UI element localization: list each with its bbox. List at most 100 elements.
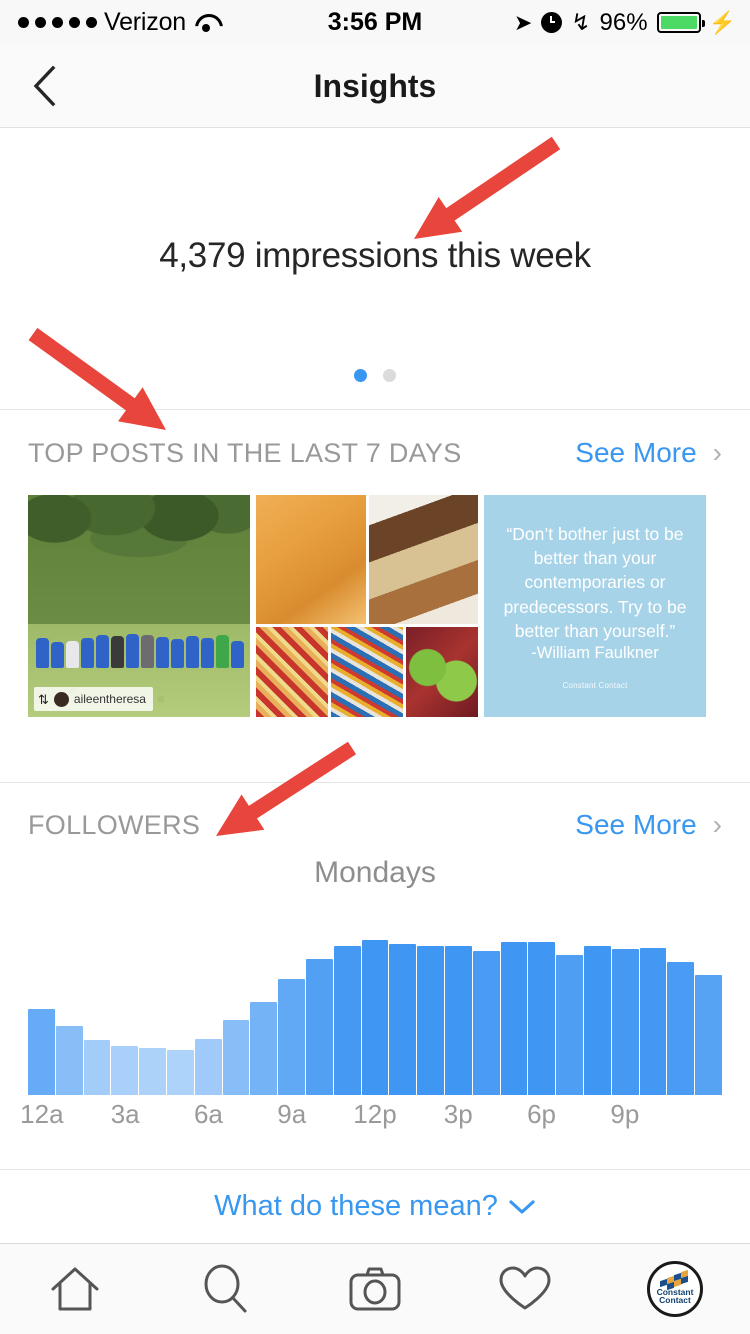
photo-breads — [368, 495, 478, 624]
tab-camera[interactable] — [300, 1244, 450, 1334]
what-do-these-mean-button[interactable]: What do these mean? — [0, 1170, 750, 1243]
page-dot-inactive[interactable] — [383, 369, 396, 382]
chevron-down-icon — [509, 1199, 535, 1214]
repost-attribution-badge: ⇅ aileentheresa — [34, 687, 153, 711]
chart-bar[interactable] — [639, 947, 667, 1095]
chart-bar[interactable] — [611, 949, 639, 1095]
chart-bar[interactable] — [528, 942, 556, 1095]
status-bar: Verizon 3:56 PM ➤ ↯ 96% ⚡ — [0, 0, 750, 45]
location-arrow-icon: ➤ — [513, 9, 533, 35]
top-posts-title: TOP POSTS IN THE LAST 7 DAYS — [28, 437, 462, 468]
chart-bar[interactable] — [667, 962, 695, 1095]
impressions-headline: 4,379 impressions this week — [159, 236, 591, 275]
followers-hourly-bar-chart[interactable] — [28, 913, 722, 1095]
lightning-bolt-icon: ⚡ — [708, 9, 736, 35]
photo-bottom-row — [256, 626, 478, 717]
chart-x-tick-label: 9a — [277, 1099, 307, 1129]
status-bar-right: ➤ ↯ 96% ⚡ — [514, 9, 736, 37]
back-button[interactable] — [22, 64, 66, 108]
top-post-thumbnail-1[interactable]: ⇅ aileentheresa — [28, 495, 250, 717]
chart-bar[interactable] — [194, 1038, 222, 1095]
top-posts-header: TOP POSTS IN THE LAST 7 DAYS See More › — [0, 411, 750, 495]
chart-bar[interactable] — [389, 943, 417, 1095]
chart-bar[interactable] — [583, 945, 611, 1095]
chart-bar[interactable] — [28, 1009, 55, 1095]
chart-bar[interactable] — [500, 942, 528, 1095]
followers-see-more-button[interactable]: See More › — [575, 809, 722, 841]
photo-people-group — [32, 584, 246, 669]
chevron-left-icon — [33, 65, 56, 107]
see-more-label: See More — [575, 809, 697, 840]
chart-x-tick-label: 6p — [527, 1099, 557, 1129]
chart-bar[interactable] — [472, 951, 500, 1095]
camera-icon — [349, 1267, 401, 1311]
chart-x-tick-label: 9p — [610, 1099, 640, 1129]
tab-search[interactable] — [150, 1244, 300, 1334]
tab-activity[interactable] — [450, 1244, 600, 1334]
battery-percent-label: 96% — [599, 8, 648, 36]
avatar-brand-line2: Contact — [659, 1295, 691, 1305]
top-post-thumbnail-2[interactable] — [256, 495, 478, 717]
impressions-card[interactable]: 4,379 impressions this week — [0, 128, 750, 410]
photo-fruit-salad — [256, 626, 328, 717]
chart-bar[interactable] — [444, 945, 472, 1095]
page-dot-active[interactable] — [354, 369, 367, 382]
chart-bar[interactable] — [250, 1002, 278, 1095]
chart-bar[interactable] — [305, 958, 333, 1095]
see-more-label: See More — [575, 437, 697, 468]
bluetooth-icon: ↯ — [571, 9, 591, 35]
chevron-right-icon: › — [712, 437, 722, 468]
chart-bar[interactable] — [278, 978, 305, 1095]
chart-bar[interactable] — [166, 1049, 194, 1095]
top-posts-see-more-button[interactable]: See More › — [575, 437, 722, 469]
chart-bar[interactable] — [556, 954, 583, 1095]
chart-x-tick-label: 12p — [353, 1099, 397, 1129]
chart-bar[interactable] — [333, 945, 361, 1095]
top-posts-thumbnails: ⇅ aileentheresa “Don’t bother just to be… — [28, 495, 706, 717]
repost-username: aileentheresa — [73, 692, 146, 706]
chart-bar[interactable] — [695, 974, 722, 1095]
home-icon — [51, 1267, 99, 1311]
navigation-bar: Insights — [0, 45, 750, 128]
constant-contact-flag-icon — [658, 1269, 692, 1290]
tab-profile[interactable]: Constant Contact — [600, 1244, 750, 1334]
followers-title: FOLLOWERS — [28, 809, 201, 840]
chart-bar[interactable] — [139, 1047, 166, 1095]
alarm-clock-icon — [541, 12, 563, 33]
chart-subtitle: Mondays — [314, 856, 436, 889]
quote-text: “Don’t bother just to be better than you… — [503, 524, 687, 641]
quote-author: -William Faulkner — [531, 643, 659, 662]
heart-icon — [499, 1266, 551, 1310]
top-post-thumbnail-3[interactable]: “Don’t bother just to be better than you… — [484, 495, 706, 717]
chart-bar[interactable] — [55, 1025, 83, 1095]
photo-croissants — [256, 495, 366, 624]
followers-header: FOLLOWERS See More › — [0, 783, 750, 867]
chevron-right-icon: › — [712, 809, 722, 840]
search-icon — [204, 1264, 247, 1313]
chart-bar[interactable] — [361, 940, 389, 1095]
photo-apples — [406, 626, 478, 717]
photo-condiments — [331, 626, 403, 717]
battery-icon — [656, 12, 705, 33]
constant-contact-logo: Constant Contact — [562, 680, 628, 690]
what-do-these-mean-label: What do these mean? — [214, 1190, 498, 1222]
chart-bar[interactable] — [111, 1045, 139, 1095]
chart-bar[interactable] — [83, 1040, 111, 1095]
chart-x-tick-label: 3a — [110, 1099, 140, 1129]
page-indicator[interactable] — [0, 369, 750, 382]
insights-screen: Verizon 3:56 PM ➤ ↯ 96% ⚡ Insights 4,379… — [0, 0, 750, 1334]
chart-bar[interactable] — [222, 1020, 250, 1095]
repost-icon: ⇅ — [38, 691, 49, 707]
top-posts-section: TOP POSTS IN THE LAST 7 DAYS See More › … — [0, 411, 750, 783]
profile-avatar[interactable]: Constant Contact — [647, 1261, 703, 1317]
chart-x-tick-label: 12a — [20, 1099, 64, 1129]
chart-x-axis: 12a 3a 6a 9a 12p 3p 6p 9p — [20, 1099, 722, 1135]
chart-x-tick-label: 3p — [443, 1099, 473, 1129]
tab-home[interactable] — [0, 1244, 150, 1334]
avatar — [53, 691, 69, 707]
chart-x-tick-label: 6a — [193, 1099, 223, 1129]
quote-card: “Don’t bother just to be better than you… — [497, 522, 693, 690]
page-title: Insights — [313, 67, 437, 104]
bottom-tab-bar: Constant Contact — [0, 1243, 750, 1334]
chart-bar[interactable] — [417, 945, 444, 1095]
